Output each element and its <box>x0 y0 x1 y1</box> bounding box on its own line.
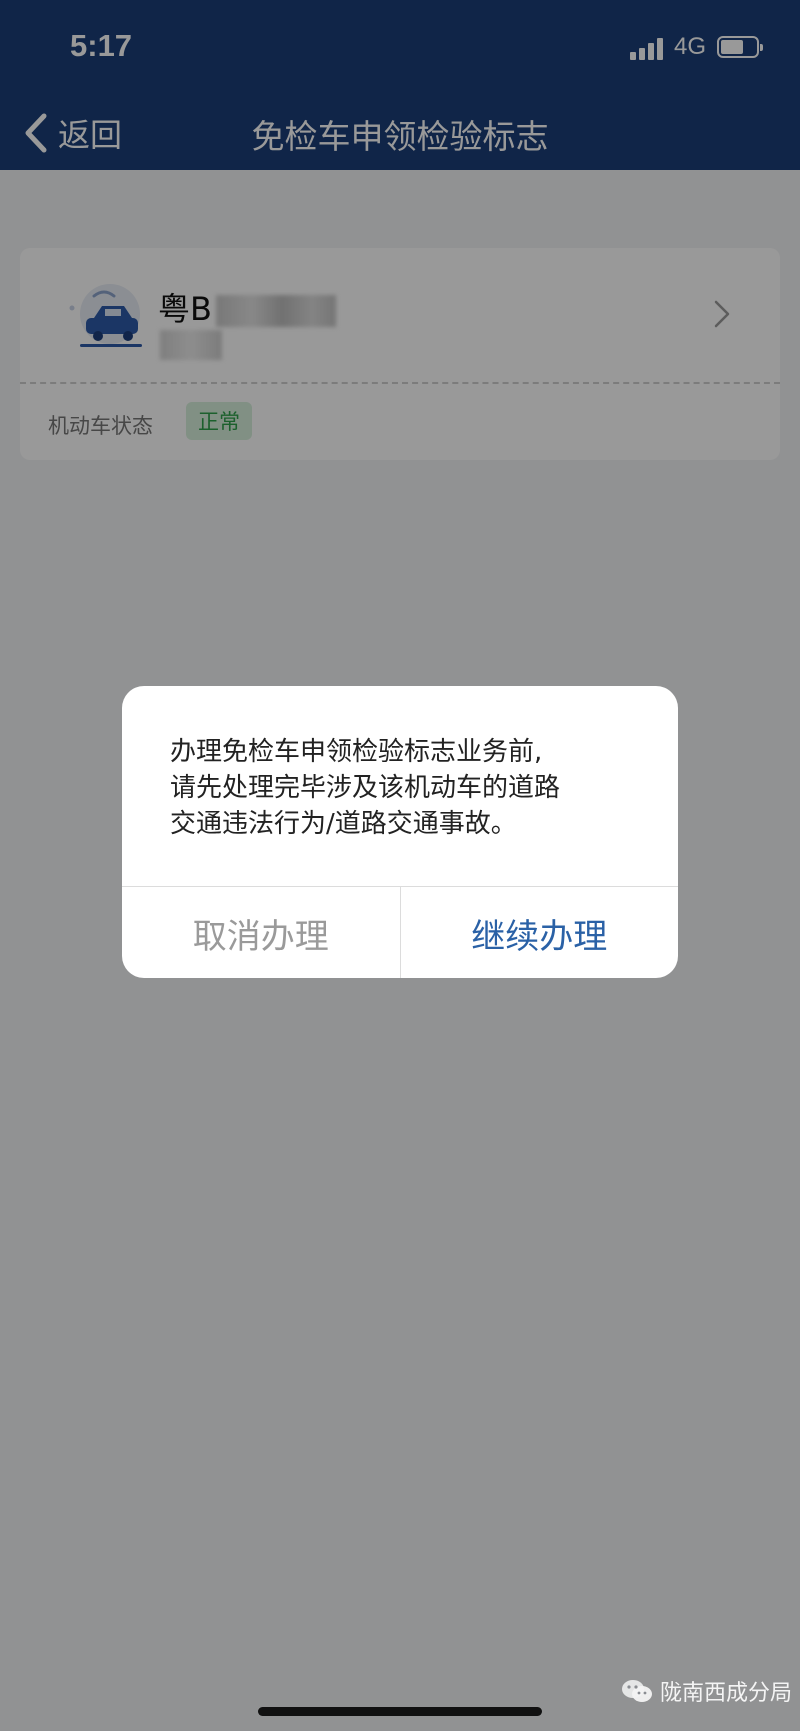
dialog-message-line: 请先处理完毕涉及该机动车的道路 <box>170 773 561 803</box>
continue-button[interactable]: 继续办理 <box>401 887 679 978</box>
dialog-message-line: 办理免检车申领检验标志业务前, <box>170 737 543 767</box>
dialog-message-line: 交通违法行为/道路交通事故。 <box>170 809 517 839</box>
confirm-dialog: 办理免检车申领检验标志业务前, 请先处理完毕涉及该机动车的道路 交通违法行为/道… <box>122 686 678 978</box>
cancel-button[interactable]: 取消办理 <box>122 887 401 978</box>
wechat-icon <box>622 1680 652 1702</box>
dialog-message: 办理免检车申领检验标志业务前, 请先处理完毕涉及该机动车的道路 交通违法行为/道… <box>170 734 640 842</box>
watermark-text: 陇南西成分局 <box>660 1681 793 1706</box>
watermark: 陇南西成分局 <box>620 1675 792 1707</box>
home-indicator[interactable] <box>258 1707 542 1716</box>
dialog-actions: 取消办理 继续办理 <box>122 886 678 978</box>
